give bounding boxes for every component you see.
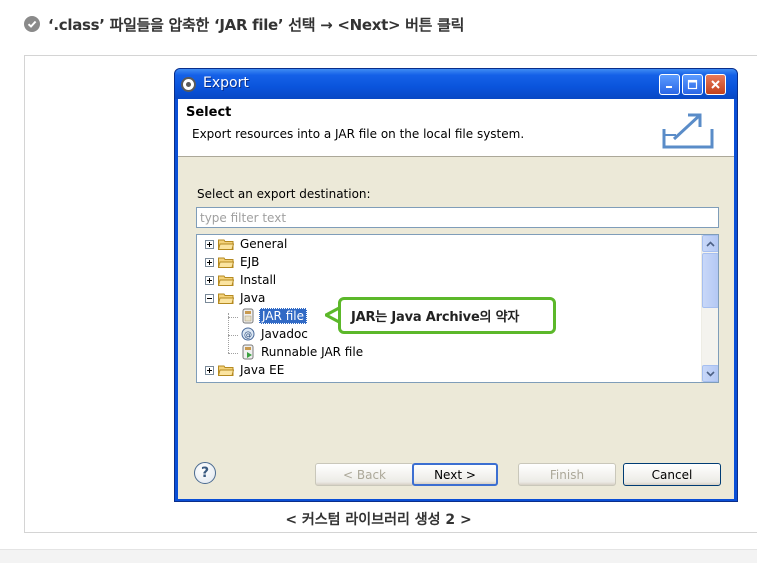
scroll-up-button[interactable] [702, 235, 718, 252]
tree-item-label: Java [240, 291, 266, 305]
tree-item-label: Install [240, 273, 277, 287]
collapse-icon[interactable] [205, 293, 214, 303]
tree-item-label: EJB [240, 255, 260, 269]
maximize-icon [687, 79, 698, 90]
page: ‘.class’ 파일들을 압축한 ‘JAR file’ 선택 → <Next>… [0, 0, 757, 563]
tree-item-general[interactable]: General [205, 235, 289, 253]
tree-item-label: JAR file [259, 308, 307, 324]
dialog-title: Export [203, 75, 249, 91]
minimize-icon [666, 86, 672, 88]
tree-item-java-ee[interactable]: Java EE [205, 361, 286, 379]
svg-text:@: @ [244, 330, 252, 339]
runnable-jar-icon [242, 344, 254, 360]
figure-caption: < 커스텀 라이브러리 생성 2 > [285, 512, 472, 528]
destination-label: Select an export destination: [197, 187, 371, 201]
tree-item-label: Runnable JAR file [261, 345, 364, 359]
close-icon [711, 80, 720, 89]
folder-icon [218, 365, 234, 376]
tree-item-install[interactable]: Install [205, 271, 278, 289]
folder-icon [218, 257, 234, 268]
folder-icon [218, 239, 234, 250]
help-icon[interactable]: ? [194, 462, 216, 484]
tree-guide-line [228, 335, 238, 336]
maximize-button[interactable] [682, 74, 703, 95]
jar-file-icon [242, 308, 254, 324]
folder-open-icon [218, 293, 234, 304]
eclipse-app-icon [181, 77, 196, 92]
wizard-header: Select Export resources into a JAR file … [178, 99, 734, 157]
next-button[interactable]: Next > [412, 463, 498, 486]
tree-item-jar-file[interactable]: JAR file [241, 307, 307, 325]
instruction-line: ‘.class’ 파일들을 압축한 ‘JAR file’ 선택 → <Next>… [24, 12, 464, 36]
tree-item-label: General [240, 237, 288, 251]
export-dialog: Export Select Export resources into a JA… [174, 68, 738, 502]
tree-scrollbar[interactable] [701, 235, 718, 382]
check-circle-icon [24, 16, 40, 32]
annotation-callout: JAR는 Java Archive의 약자 [338, 297, 556, 334]
dialog-titlebar[interactable]: Export [175, 69, 737, 99]
tree-item-label: Javadoc [261, 327, 308, 341]
scroll-down-button[interactable] [702, 365, 718, 382]
expand-icon[interactable] [205, 257, 214, 267]
folder-icon [218, 275, 234, 286]
close-button[interactable] [705, 74, 726, 95]
javadoc-icon: @ [241, 327, 255, 341]
tree-guide-line [228, 317, 238, 318]
wizard-page-description: Export resources into a JAR file on the … [192, 127, 525, 141]
export-wizard-icon [662, 113, 714, 149]
cancel-button[interactable]: Cancel [623, 463, 721, 486]
tree-item-javadoc[interactable]: @ Javadoc [241, 325, 310, 343]
instruction-text: ‘.class’ 파일들을 압축한 ‘JAR file’ 선택 → <Next>… [48, 15, 465, 34]
tree-item-runnable-jar-file[interactable]: Runnable JAR file [241, 343, 365, 361]
tree-item-java[interactable]: Java [205, 289, 267, 307]
expand-icon[interactable] [205, 365, 214, 375]
finish-button[interactable]: Finish [518, 463, 616, 486]
tree-item-ejb[interactable]: EJB [205, 253, 261, 271]
scroll-thumb[interactable] [702, 253, 718, 308]
expand-icon[interactable] [205, 239, 214, 249]
chevron-down-icon [706, 370, 715, 377]
minimize-button[interactable] [659, 74, 680, 95]
back-button[interactable]: < Back [315, 463, 414, 486]
filter-input[interactable] [196, 207, 719, 228]
bottom-divider [0, 549, 757, 563]
tree-guide-line [228, 313, 229, 353]
tree-item-label: Java EE [240, 363, 285, 377]
tree-guide-line [228, 353, 238, 354]
wizard-page-title: Select [186, 105, 232, 120]
expand-icon[interactable] [205, 275, 214, 285]
chevron-up-icon [706, 240, 715, 247]
